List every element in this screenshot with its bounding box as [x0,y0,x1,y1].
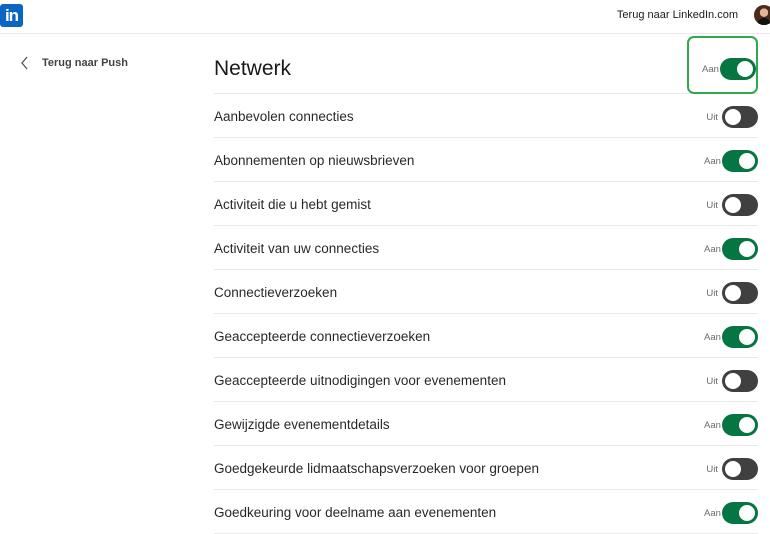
toggle-knob [725,373,741,389]
setting-row: Geaccepteerde connectieverzoeken Aan [214,314,758,358]
settings-panel: Netwerk Aan Aanbevolen connecties Uit Ab… [214,36,758,534]
setting-row: Geaccepteerde uitnodigingen voor eveneme… [214,358,758,402]
setting-toggle[interactable] [722,106,758,128]
toggle-state-label: Uit [706,199,718,211]
toggle-knob [725,285,741,301]
toggle-state-label: Uit [706,463,718,475]
setting-row: Gewijzigde evenementdetails Aan [214,402,758,446]
setting-label: Connectieverzoeken [214,285,338,300]
toggle-group: Uit [704,106,758,128]
toggle-knob [725,461,741,477]
section-header: Netwerk Aan [214,36,758,94]
setting-toggle[interactable] [722,370,758,392]
toggle-knob [739,417,755,433]
toggle-state-label: Uit [706,287,718,299]
toggle-group: Uit [704,458,758,480]
avatar[interactable] [754,5,770,25]
setting-label: Aanbevolen connecties [214,109,354,124]
setting-row: Abonnementen op nieuwsbrieven Aan [214,138,758,182]
toggle-state-label: Uit [706,111,718,123]
toggle-group: Aan [704,238,758,260]
toggle-knob [737,61,753,77]
setting-toggle[interactable] [722,194,758,216]
setting-label: Activiteit van uw connecties [214,241,380,256]
setting-row: Goedgekeurde lidmaatschapsverzoeken voor… [214,446,758,490]
linkedin-logo[interactable]: in [0,4,23,27]
setting-label: Geaccepteerde connectieverzoeken [214,329,431,344]
setting-toggle[interactable] [722,150,758,172]
master-toggle[interactable] [720,58,756,80]
toggle-state-label: Aan [704,419,721,431]
toggle-state-label: Aan [704,243,721,255]
toggle-knob [739,329,755,345]
toggle-state-label: Aan [704,155,721,167]
setting-toggle[interactable] [722,414,758,436]
setting-toggle[interactable] [722,326,758,348]
setting-label: Goedgekeurde lidmaatschapsverzoeken voor… [214,461,539,476]
setting-row: Activiteit van uw connecties Aan [214,226,758,270]
toggle-group: Uit [704,370,758,392]
setting-label: Gewijzigde evenementdetails [214,417,390,432]
chevron-left-icon [21,56,28,70]
setting-row: Activiteit die u hebt gemist Uit [214,182,758,226]
setting-label: Goedkeuring voor deelname aan evenemente… [214,505,497,520]
toggle-knob [725,109,741,125]
toggle-state-label: Aan [702,63,719,75]
toggle-group: Uit [704,194,758,216]
toggle-state-label: Aan [704,507,721,519]
toggle-group: Aan [704,414,758,436]
setting-toggle[interactable] [722,282,758,304]
section-title: Netwerk [214,57,292,80]
toggle-group: Uit [704,282,758,304]
setting-toggle[interactable] [722,502,758,524]
setting-label: Activiteit die u hebt gemist [214,197,371,212]
setting-toggle[interactable] [722,458,758,480]
toggle-knob [739,505,755,521]
setting-row: Connectieverzoeken Uit [214,270,758,314]
setting-label: Geaccepteerde uitnodigingen voor eveneme… [214,373,506,388]
toggle-state-label: Aan [704,331,721,343]
settings-list: Aanbevolen connecties Uit Abonnementen o… [214,94,758,534]
master-toggle-group: Aan [702,58,756,80]
toggle-group: Aan [704,502,758,524]
toggle-knob [725,197,741,213]
toggle-knob [739,153,755,169]
toggle-group: Aan [704,150,758,172]
setting-row: Aanbevolen connecties Uit [214,94,758,138]
back-to-push-label: Terug naar Push [42,57,128,69]
toggle-group: Aan [704,326,758,348]
back-to-push-link[interactable]: Terug naar Push [20,56,128,70]
back-to-linkedin-link[interactable]: Terug naar LinkedIn.com [617,9,738,21]
top-bar: in Terug naar LinkedIn.com [0,0,770,34]
setting-row: Goedkeuring voor deelname aan evenemente… [214,490,758,534]
setting-toggle[interactable] [722,238,758,260]
setting-label: Abonnementen op nieuwsbrieven [214,153,415,168]
toggle-state-label: Uit [706,375,718,387]
toggle-knob [739,241,755,257]
